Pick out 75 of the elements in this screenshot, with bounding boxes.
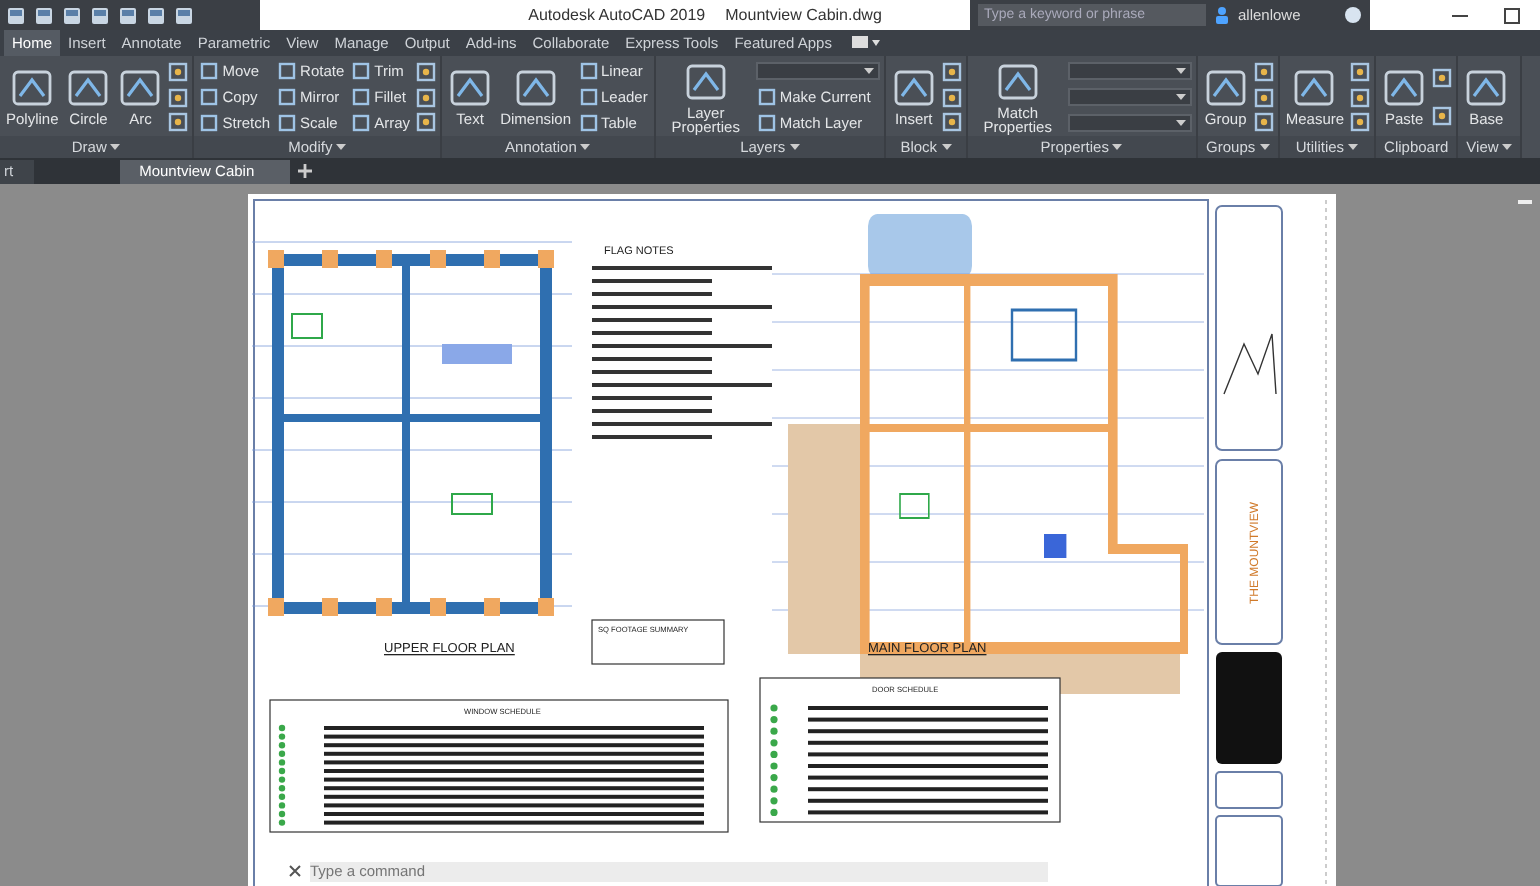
frame-icon xyxy=(10,66,55,111)
tool-icon[interactable] xyxy=(941,112,962,133)
caret-icon xyxy=(1175,94,1186,100)
square-icon xyxy=(278,62,297,81)
tool-icon[interactable] xyxy=(1432,106,1453,127)
square-icon xyxy=(579,113,597,132)
frame-icon xyxy=(995,59,1040,104)
toolbar-icon[interactable] xyxy=(34,5,54,25)
tool-icon[interactable] xyxy=(1253,112,1274,133)
square-icon xyxy=(579,62,597,81)
tool-icon[interactable] xyxy=(1350,112,1371,133)
frame-icon xyxy=(891,66,936,111)
app-title: Autodesk AutoCAD 2019 xyxy=(528,6,706,24)
toolbar-icon[interactable] xyxy=(146,5,166,25)
tool-icon[interactable] xyxy=(1432,68,1453,89)
square-icon xyxy=(352,88,371,106)
tool-icon[interactable] xyxy=(1350,61,1371,82)
tool-icon[interactable] xyxy=(1350,87,1371,107)
maximize-icon[interactable] xyxy=(1504,7,1520,23)
frame-icon xyxy=(1292,66,1337,111)
file-name: Mountview Cabin.dwg xyxy=(725,6,882,24)
caret-icon xyxy=(863,68,874,75)
caret-icon xyxy=(1175,119,1186,126)
toolbar-icon[interactable] xyxy=(118,5,138,25)
frame-icon xyxy=(448,66,493,111)
caret-icon[interactable] xyxy=(336,143,347,150)
caret-icon[interactable] xyxy=(1502,143,1513,150)
square-icon xyxy=(757,113,776,132)
tool-icon[interactable] xyxy=(941,61,962,82)
frame-icon xyxy=(1382,66,1427,111)
user-icon xyxy=(1214,6,1230,24)
caret-icon[interactable] xyxy=(789,143,800,150)
close-icon[interactable] xyxy=(288,864,302,878)
square-icon xyxy=(278,88,297,106)
square-icon xyxy=(352,113,371,132)
caret-icon[interactable] xyxy=(1112,143,1123,150)
caret-icon[interactable] xyxy=(1259,143,1270,150)
tool-icon[interactable] xyxy=(168,87,189,107)
square-icon xyxy=(200,88,219,106)
tool-icon[interactable] xyxy=(416,61,437,82)
frame-icon xyxy=(513,66,558,111)
table-drawing xyxy=(591,619,725,665)
square-icon xyxy=(200,62,219,81)
tool-icon[interactable] xyxy=(416,87,437,107)
frame-icon xyxy=(1203,66,1248,111)
tool-icon[interactable] xyxy=(941,87,962,107)
tool-icon[interactable] xyxy=(168,112,189,133)
frame-icon xyxy=(1464,66,1509,111)
square-icon xyxy=(579,88,597,106)
caret-icon[interactable] xyxy=(1348,143,1359,150)
tool-icon[interactable] xyxy=(1253,87,1274,107)
square-icon xyxy=(278,113,297,132)
caret-icon[interactable] xyxy=(941,143,952,150)
dropdown-icon[interactable] xyxy=(851,36,880,49)
tool-icon[interactable] xyxy=(416,112,437,133)
square-icon xyxy=(200,113,219,132)
tool-icon[interactable] xyxy=(1253,61,1274,82)
dropdown-field[interactable] xyxy=(755,62,880,81)
toolbar-icon[interactable] xyxy=(90,5,110,25)
dropdown-field[interactable] xyxy=(1067,88,1192,106)
toolbar-icon[interactable] xyxy=(174,5,194,25)
dropdown-field[interactable] xyxy=(1067,62,1192,81)
frame-icon xyxy=(66,66,111,111)
square-icon xyxy=(352,62,371,81)
new-tab-icon[interactable] xyxy=(296,161,315,180)
square-icon xyxy=(757,88,776,106)
dropdown-field[interactable] xyxy=(1067,113,1192,132)
toolbar-icon[interactable] xyxy=(62,5,82,25)
caret-icon xyxy=(1175,68,1186,75)
frame-icon xyxy=(683,59,728,104)
caret-icon[interactable] xyxy=(580,143,591,150)
caret-icon[interactable] xyxy=(110,143,121,150)
toolbar-icon[interactable] xyxy=(6,5,26,25)
frame-icon xyxy=(118,66,163,111)
tool-icon[interactable] xyxy=(168,61,189,82)
